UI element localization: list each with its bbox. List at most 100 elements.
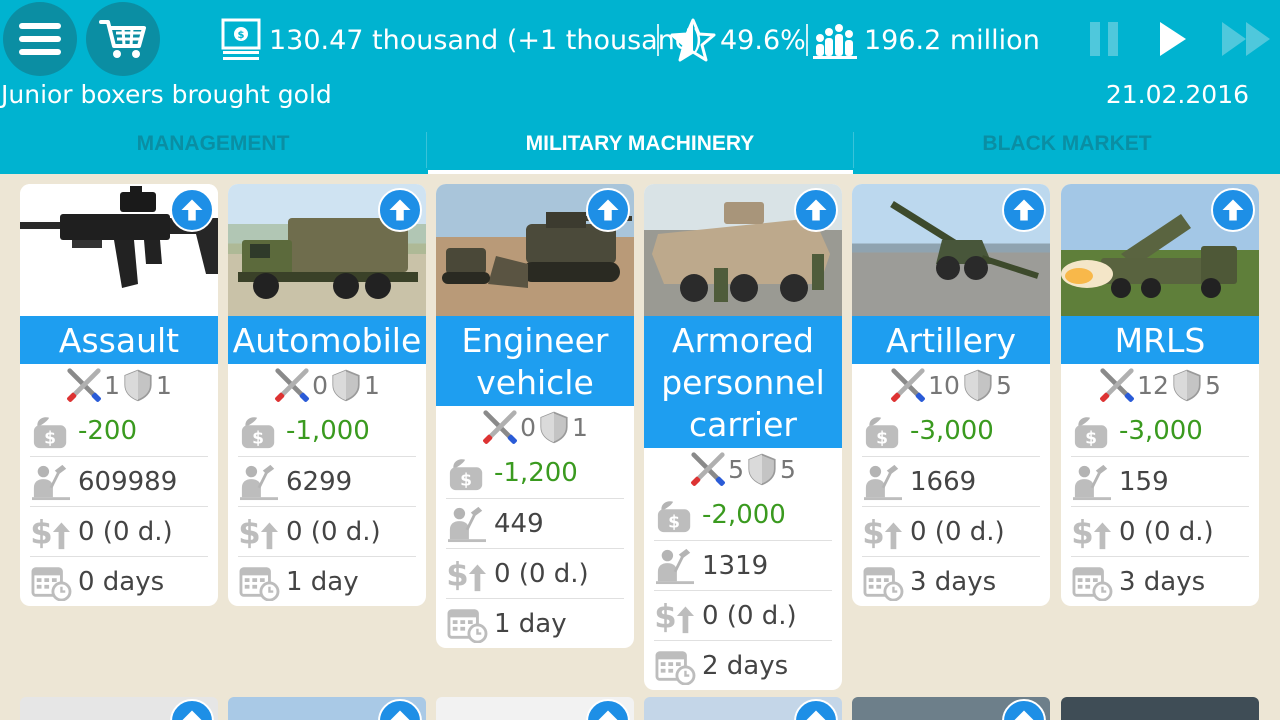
unit-photo (1061, 184, 1259, 316)
unit-card-peek[interactable] (20, 697, 218, 720)
upgrade-button[interactable] (1002, 699, 1046, 720)
count-value: 6299 (286, 466, 353, 497)
upgrade-button[interactable] (794, 699, 838, 720)
unit-card-automobile[interactable]: Automobile 0 1 -1,000 6299 0 (0 d.) 1 da… (228, 184, 426, 606)
income-row: 0 (0 d.) (654, 590, 832, 640)
time-row: 2 days (654, 640, 832, 690)
cost-value: -200 (78, 416, 138, 446)
unit-photo (436, 184, 634, 316)
pause-icon[interactable] (1088, 20, 1122, 58)
news-ticker[interactable]: Junior boxers brought gold (1, 80, 332, 109)
population-stat[interactable]: 196.2 million (812, 16, 1040, 64)
unit-card-peek[interactable] (852, 697, 1050, 720)
defense-value: 5 (1204, 370, 1221, 400)
unit-card-artillery[interactable]: Artillery 10 5 -3,000 1669 0 (0 d.) 3 da… (852, 184, 1050, 606)
unit-card-assault-rifle[interactable]: Assault rifle 1 1 -200 609989 0 (0 d.) 0… (20, 184, 218, 606)
defense-value: 5 (780, 454, 796, 484)
worker-icon (30, 463, 72, 501)
cost-value: -1,000 (286, 416, 370, 446)
arrow-up-icon (1009, 706, 1039, 720)
income-icon (446, 555, 488, 593)
cost-row: -2,000 (654, 490, 832, 540)
cart-icon (99, 20, 146, 58)
count-value: 1669 (910, 466, 977, 497)
time-value: 1 day (494, 608, 567, 639)
defense-value: 1 (156, 370, 172, 400)
menu-button[interactable] (3, 2, 77, 76)
swords-icon (889, 366, 927, 404)
upgrade-button[interactable] (586, 188, 630, 232)
count-row: 609989 (30, 456, 208, 506)
shield-icon (1170, 367, 1204, 403)
play-icon[interactable] (1158, 20, 1190, 58)
count-row: 159 (1071, 456, 1249, 506)
unit-card-armored-personnel-carrier[interactable]: Armored personnel carrier 5 5 -2,000 131… (644, 184, 842, 690)
income-value: 0 (0 d.) (78, 516, 173, 547)
money-icon: $ (221, 18, 261, 60)
arrow-up-icon (385, 706, 415, 720)
rating-stat[interactable]: 49.6% (670, 16, 806, 64)
income-icon (238, 513, 280, 551)
count-value: 159 (1119, 466, 1169, 497)
game-date: 21.02.2016 (1105, 80, 1249, 109)
budget-value: 130.47 thousand (+1 thousand) (269, 24, 703, 56)
star-icon (670, 18, 716, 62)
time-value: 1 day (286, 566, 359, 597)
attack-value: 5 (728, 454, 744, 484)
upgrade-button[interactable] (170, 699, 214, 720)
calendar-icon (30, 563, 72, 601)
unit-card-peek[interactable] (644, 697, 842, 720)
count-row: 449 (446, 498, 624, 548)
upgrade-button[interactable] (794, 188, 838, 232)
cost-value: -3,000 (1119, 416, 1203, 446)
unit-card-peek[interactable] (228, 697, 426, 720)
count-row: 1669 (862, 456, 1040, 506)
budget-stat[interactable]: $ 130.47 thousand (+1 thousand) (219, 16, 702, 64)
income-row: 0 (0 d.) (1071, 506, 1249, 556)
combat-stats: 10 5 (852, 364, 1050, 406)
count-row: 1319 (654, 540, 832, 590)
arrow-up-icon (385, 195, 415, 225)
shield-icon (121, 367, 155, 403)
unit-title: Engineer vehicle (436, 316, 634, 406)
divider (657, 24, 659, 56)
shop-button[interactable] (86, 2, 160, 76)
unit-title: Automobile (228, 316, 426, 364)
combat-stats: 0 1 (228, 364, 426, 406)
shield-icon (961, 367, 995, 403)
unit-card-peek[interactable] (436, 697, 634, 720)
money-bag-icon (446, 454, 488, 492)
unit-card-engineer-vehicle[interactable]: Engineer vehicle 0 1 -1,200 449 0 (0 d.)… (436, 184, 634, 648)
upgrade-button[interactable] (170, 188, 214, 232)
upgrade-button[interactable] (1002, 188, 1046, 232)
upgrade-button[interactable] (1211, 188, 1255, 232)
worker-icon (862, 463, 904, 501)
money-bag-icon (30, 412, 72, 450)
tab-management[interactable]: MANAGEMENT (0, 130, 426, 168)
tab-black-market[interactable]: BLACK MARKET (854, 130, 1280, 168)
upgrade-button[interactable] (378, 699, 422, 720)
money-bag-icon (1071, 412, 1113, 450)
tab-military-machinery[interactable]: MILITARY MACHINERY (427, 130, 853, 168)
worker-icon (1071, 463, 1113, 501)
active-tab-indicator (428, 170, 853, 174)
arrow-up-icon (177, 706, 207, 720)
fast-forward-icon[interactable] (1222, 20, 1274, 58)
attack-value: 0 (520, 412, 536, 442)
time-value: 3 days (1119, 566, 1206, 597)
upgrade-button[interactable] (586, 699, 630, 720)
population-value: 196.2 million (864, 24, 1040, 56)
attack-value: 12 (1137, 370, 1169, 400)
arrow-up-icon (1009, 195, 1039, 225)
income-value: 0 (0 d.) (702, 600, 797, 631)
arrow-up-icon (593, 195, 623, 225)
unit-card-peek[interactable] (1061, 697, 1259, 720)
calendar-icon (654, 647, 696, 685)
cost-row: -3,000 (1071, 406, 1249, 456)
upgrade-button[interactable] (378, 188, 422, 232)
combat-stats: 12 5 (1061, 364, 1259, 406)
worker-icon (654, 547, 696, 585)
count-row: 6299 (238, 456, 416, 506)
defense-value: 1 (572, 412, 588, 442)
unit-card-mrls[interactable]: MRLS 12 5 -3,000 159 0 (0 d.) 3 days (1061, 184, 1259, 606)
